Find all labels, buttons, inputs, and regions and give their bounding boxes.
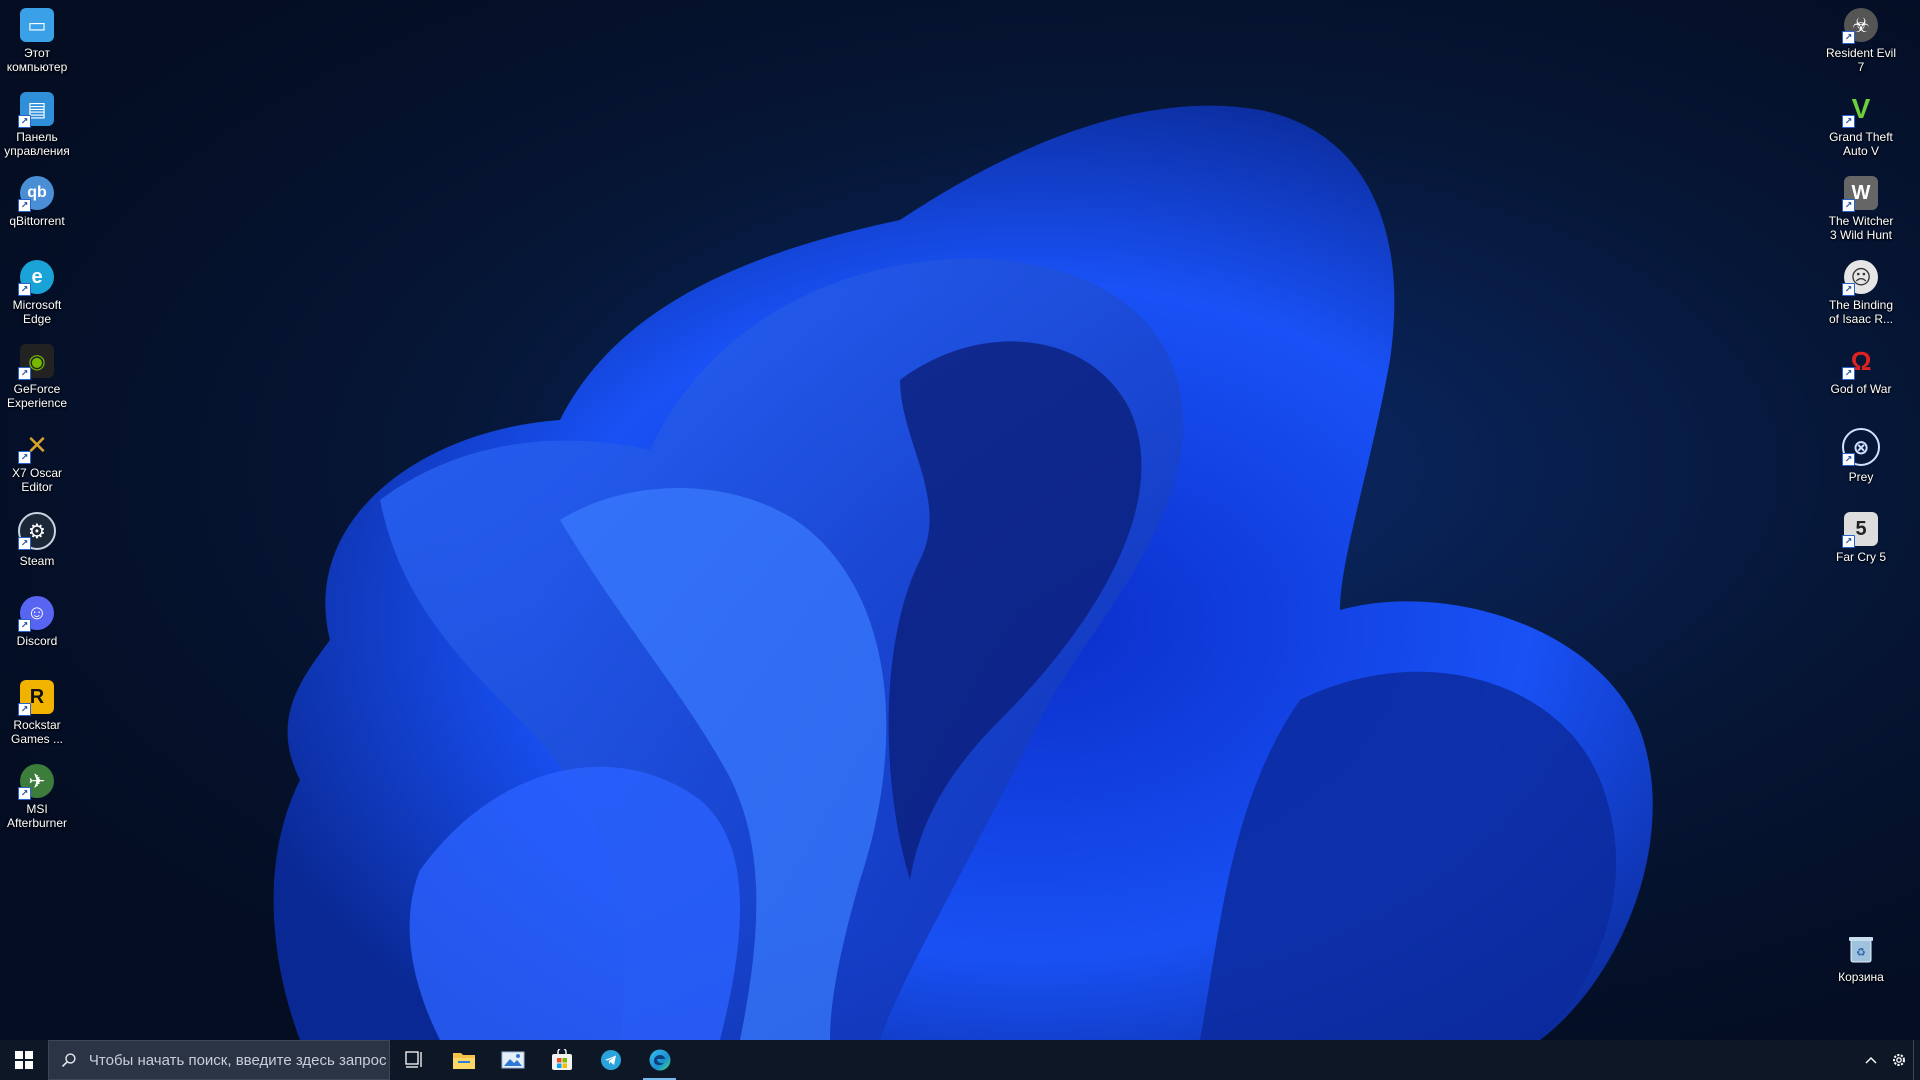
edge-taskbar-button[interactable] [635, 1040, 684, 1080]
telegram-icon [600, 1050, 621, 1070]
desktop-icon-witcher[interactable]: W ↗ The Witcher 3 Wild Hunt [1824, 168, 1898, 248]
desktop-icon-qbittorrent[interactable]: qb ↗ qBittorrent [0, 168, 74, 248]
desktop-icon-discord[interactable]: ☺ ↗ Discord [0, 588, 74, 668]
taskbar-search-box[interactable] [48, 1040, 390, 1080]
task-view-icon [404, 1051, 422, 1068]
resident-evil-icon: ☣ ↗ [1842, 8, 1878, 44]
prey-icon: ⊗ ↗ [1842, 428, 1880, 466]
edge-icon: e ↗ [18, 260, 54, 296]
desktop-icon-edge[interactable]: e ↗ Microsoft Edge [0, 252, 74, 332]
taskbar [0, 1040, 1920, 1080]
desktop-icon-prey[interactable]: ⊗ ↗ Prey [1824, 420, 1898, 500]
settings-tray-button[interactable] [1885, 1040, 1913, 1080]
desktop-icon-msi-afterburner[interactable]: ✈ ↗ MSI Afterburner [0, 756, 74, 836]
chevron-up-icon [1865, 1057, 1877, 1064]
isaac-icon: ☹ ↗ [1842, 260, 1878, 296]
svg-text:♻: ♻ [1856, 946, 1866, 959]
store-icon [551, 1049, 572, 1070]
system-tray [1857, 1040, 1920, 1080]
telegram-button[interactable] [586, 1040, 635, 1080]
folder-icon [452, 1053, 475, 1069]
gta-v-icon: V ↗ [1842, 92, 1878, 128]
desktop-icon-this-pc[interactable]: ▭ Этот компьютер [0, 0, 74, 80]
start-button[interactable] [0, 1040, 48, 1080]
recycle-bin-icon: ♻ [1844, 932, 1878, 966]
desktop-icon-rockstar[interactable]: R ↗ Rockstar Games ... [0, 672, 74, 752]
control-panel-icon: ▤ ↗ [18, 92, 54, 128]
show-hidden-icons-button[interactable] [1857, 1040, 1885, 1080]
search-icon [61, 1053, 76, 1068]
desktop-icon-far-cry-5[interactable]: 5 ↗ Far Cry 5 [1824, 504, 1898, 584]
desktop-wallpaper [0, 0, 1920, 1040]
witcher-icon: W ↗ [1842, 176, 1878, 212]
edge-icon [649, 1049, 670, 1071]
photos-icon [501, 1051, 524, 1069]
geforce-icon: ◉ ↗ [18, 344, 54, 380]
desktop-icon-god-of-war[interactable]: Ω ↗ God of War [1824, 336, 1898, 416]
file-explorer-button[interactable] [439, 1040, 488, 1080]
steam-icon: ⚙ ↗ [18, 512, 56, 550]
this-pc-icon: ▭ [20, 8, 54, 42]
desktop-icon-isaac[interactable]: ☹ ↗ The Binding of Isaac R... [1824, 252, 1898, 332]
qbittorrent-icon: qb ↗ [18, 176, 54, 212]
desktop-icon-recycle-bin[interactable]: ♻ Корзина [1824, 924, 1898, 1004]
search-input[interactable] [86, 1050, 389, 1070]
desktop-icon-steam[interactable]: ⚙ ↗ Steam [0, 504, 74, 584]
windows-logo-icon [15, 1051, 33, 1069]
desktop-icon-x7-oscar[interactable]: ✕ ↗ X7 Oscar Editor [0, 420, 74, 500]
desktop-icon-gta-v[interactable]: V ↗ Grand Theft Auto V [1824, 84, 1898, 164]
gear-icon [1893, 1054, 1905, 1066]
far-cry-5-icon: 5 ↗ [1842, 512, 1878, 548]
god-of-war-icon: Ω ↗ [1842, 344, 1878, 380]
microsoft-store-button[interactable] [537, 1040, 586, 1080]
msi-afterburner-icon: ✈ ↗ [18, 764, 54, 800]
x7-oscar-icon: ✕ ↗ [18, 428, 54, 464]
desktop-icon-control-panel[interactable]: ▤ ↗ Панель управления [0, 84, 74, 164]
rockstar-icon: R ↗ [18, 680, 54, 716]
task-view-button[interactable] [390, 1040, 439, 1080]
photos-button[interactable] [488, 1040, 537, 1080]
discord-icon: ☺ ↗ [18, 596, 54, 632]
desktop-icon-resident-evil[interactable]: ☣ ↗ Resident Evil 7 [1824, 0, 1898, 80]
desktop-icon-geforce[interactable]: ◉ ↗ GeForce Experience [0, 336, 74, 416]
show-desktop-button[interactable] [1913, 1040, 1920, 1080]
